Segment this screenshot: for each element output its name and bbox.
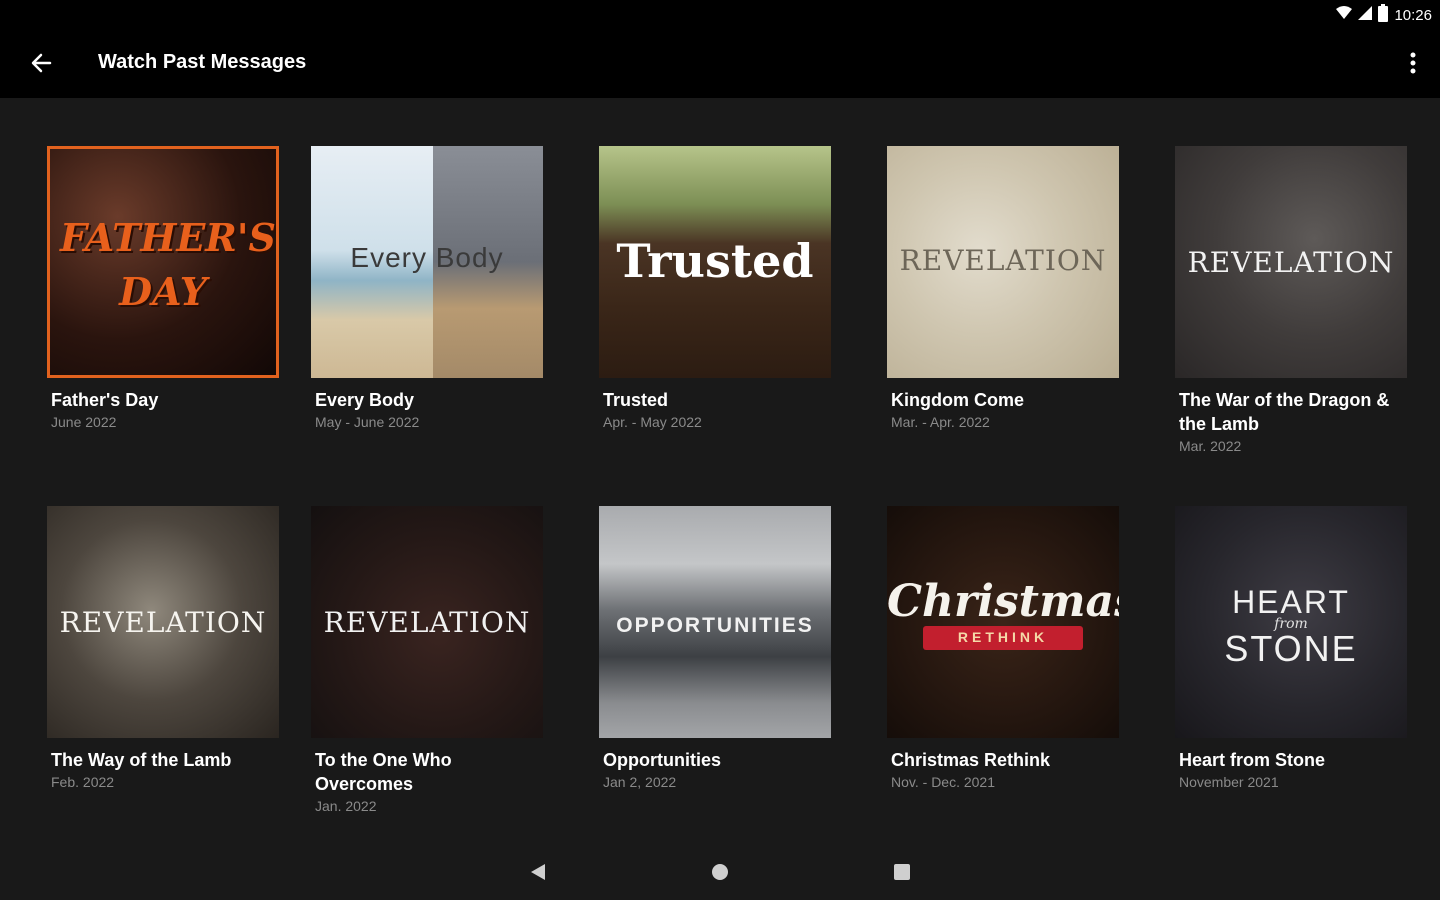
cell-signal-icon xyxy=(1358,6,1373,24)
series-title: To the One Who Overcomes xyxy=(315,750,452,794)
series-title: The Way of the Lamb xyxy=(51,750,232,770)
series-date: Mar. 2022 xyxy=(1179,438,1242,454)
series-title: Kingdom Come xyxy=(891,390,1024,410)
artwork-title: Christmas xyxy=(887,576,1119,627)
nav-home-button[interactable] xyxy=(708,862,732,886)
series-date: Jan. 2022 xyxy=(315,798,377,814)
triangle-back-icon xyxy=(529,862,547,887)
artwork-title: REVELATION xyxy=(899,244,1107,277)
series-artwork[interactable]: Trusted xyxy=(599,146,831,378)
series-artwork[interactable]: Every Body xyxy=(311,146,543,378)
series-card-christmas-rethink[interactable]: Christmas RETHINK Christmas Rethink Nov.… xyxy=(887,506,1119,792)
status-icons: 10:26 xyxy=(1336,4,1432,26)
circle-home-icon xyxy=(710,862,730,887)
back-button[interactable] xyxy=(24,48,58,82)
arrow-left-icon xyxy=(30,52,52,79)
artwork-title-line-2: STONE xyxy=(1224,628,1358,669)
artwork-title: FATHER'S DAY xyxy=(60,215,276,314)
wifi-icon xyxy=(1336,6,1353,24)
series-title: Heart from Stone xyxy=(1179,750,1326,770)
series-card-heart-from-stone[interactable]: HEART from STONE Heart from Stone Novemb… xyxy=(1175,506,1407,792)
more-options-button[interactable] xyxy=(1406,48,1420,82)
series-title: The War of the Dragon & the Lamb xyxy=(1179,390,1390,434)
series-date: Nov. - Dec. 2021 xyxy=(891,774,996,790)
series-card-war-of-the-dragon[interactable]: REVELATION The War of the Dragon & the L… xyxy=(1175,146,1407,456)
status-time: 10:26 xyxy=(1394,6,1432,24)
series-title: Every Body xyxy=(315,390,415,410)
series-card-opportunities[interactable]: OPPORTUNITIES Opportunities Jan 2, 2022 xyxy=(599,506,831,792)
series-artwork[interactable]: REVELATION xyxy=(311,506,543,738)
artwork-title: Trusted xyxy=(616,234,814,288)
artwork-title: OPPORTUNITIES xyxy=(616,614,814,637)
series-date: Apr. - May 2022 xyxy=(603,414,702,430)
series-title: Opportunities xyxy=(603,750,721,770)
series-title: Father's Day xyxy=(51,390,159,410)
nav-recents-button[interactable] xyxy=(890,862,914,886)
page-title: Watch Past Messages xyxy=(98,51,307,73)
series-title: Christmas Rethink xyxy=(891,750,1051,770)
series-artwork[interactable]: REVELATION xyxy=(47,506,279,738)
series-date: Mar. - Apr. 2022 xyxy=(891,414,990,430)
series-date: May - June 2022 xyxy=(315,414,420,430)
series-artwork[interactable]: REVELATION xyxy=(887,146,1119,378)
series-title: Trusted xyxy=(603,390,669,410)
more-vert-icon xyxy=(1410,52,1416,79)
artwork-title: REVELATION xyxy=(1187,246,1395,279)
series-date: June 2022 xyxy=(51,414,117,430)
artwork-subtitle: RETHINK xyxy=(957,629,1049,645)
series-date: November 2021 xyxy=(1179,774,1279,790)
series-artwork[interactable]: Christmas RETHINK xyxy=(887,506,1119,738)
nav-back-button[interactable] xyxy=(526,862,550,886)
series-date: Feb. 2022 xyxy=(51,774,115,790)
series-date: Jan 2, 2022 xyxy=(603,774,677,790)
artwork-title: Every Body xyxy=(350,242,504,273)
series-artwork[interactable]: HEART from STONE xyxy=(1175,506,1407,738)
status-bar: 10:26 xyxy=(0,0,1440,30)
battery-icon xyxy=(1378,4,1389,26)
series-card-kingdom-come[interactable]: REVELATION Kingdom Come Mar. - Apr. 2022 xyxy=(887,146,1119,432)
series-card-fathers-day[interactable]: FATHER'S DAY Father's Day June 2022 xyxy=(47,146,279,432)
series-card-way-of-the-lamb[interactable]: REVELATION The Way of the Lamb Feb. 2022 xyxy=(47,506,279,792)
app-bar: Watch Past Messages xyxy=(0,30,1440,98)
series-card-trusted[interactable]: Trusted Trusted Apr. - May 2022 xyxy=(599,146,831,432)
artwork-title: REVELATION xyxy=(323,606,531,639)
series-card-to-the-one-who-overcomes[interactable]: REVELATION To the One Who Overcomes Jan.… xyxy=(311,506,543,816)
series-artwork[interactable]: REVELATION xyxy=(1175,146,1407,378)
artwork-title: REVELATION xyxy=(59,606,267,639)
series-artwork[interactable]: FATHER'S DAY xyxy=(47,146,279,378)
series-card-every-body[interactable]: Every Body Every Body May - June 2022 xyxy=(311,146,543,432)
system-nav-bar xyxy=(0,848,1440,900)
series-artwork[interactable]: OPPORTUNITIES xyxy=(599,506,831,738)
square-recents-icon xyxy=(892,862,912,887)
